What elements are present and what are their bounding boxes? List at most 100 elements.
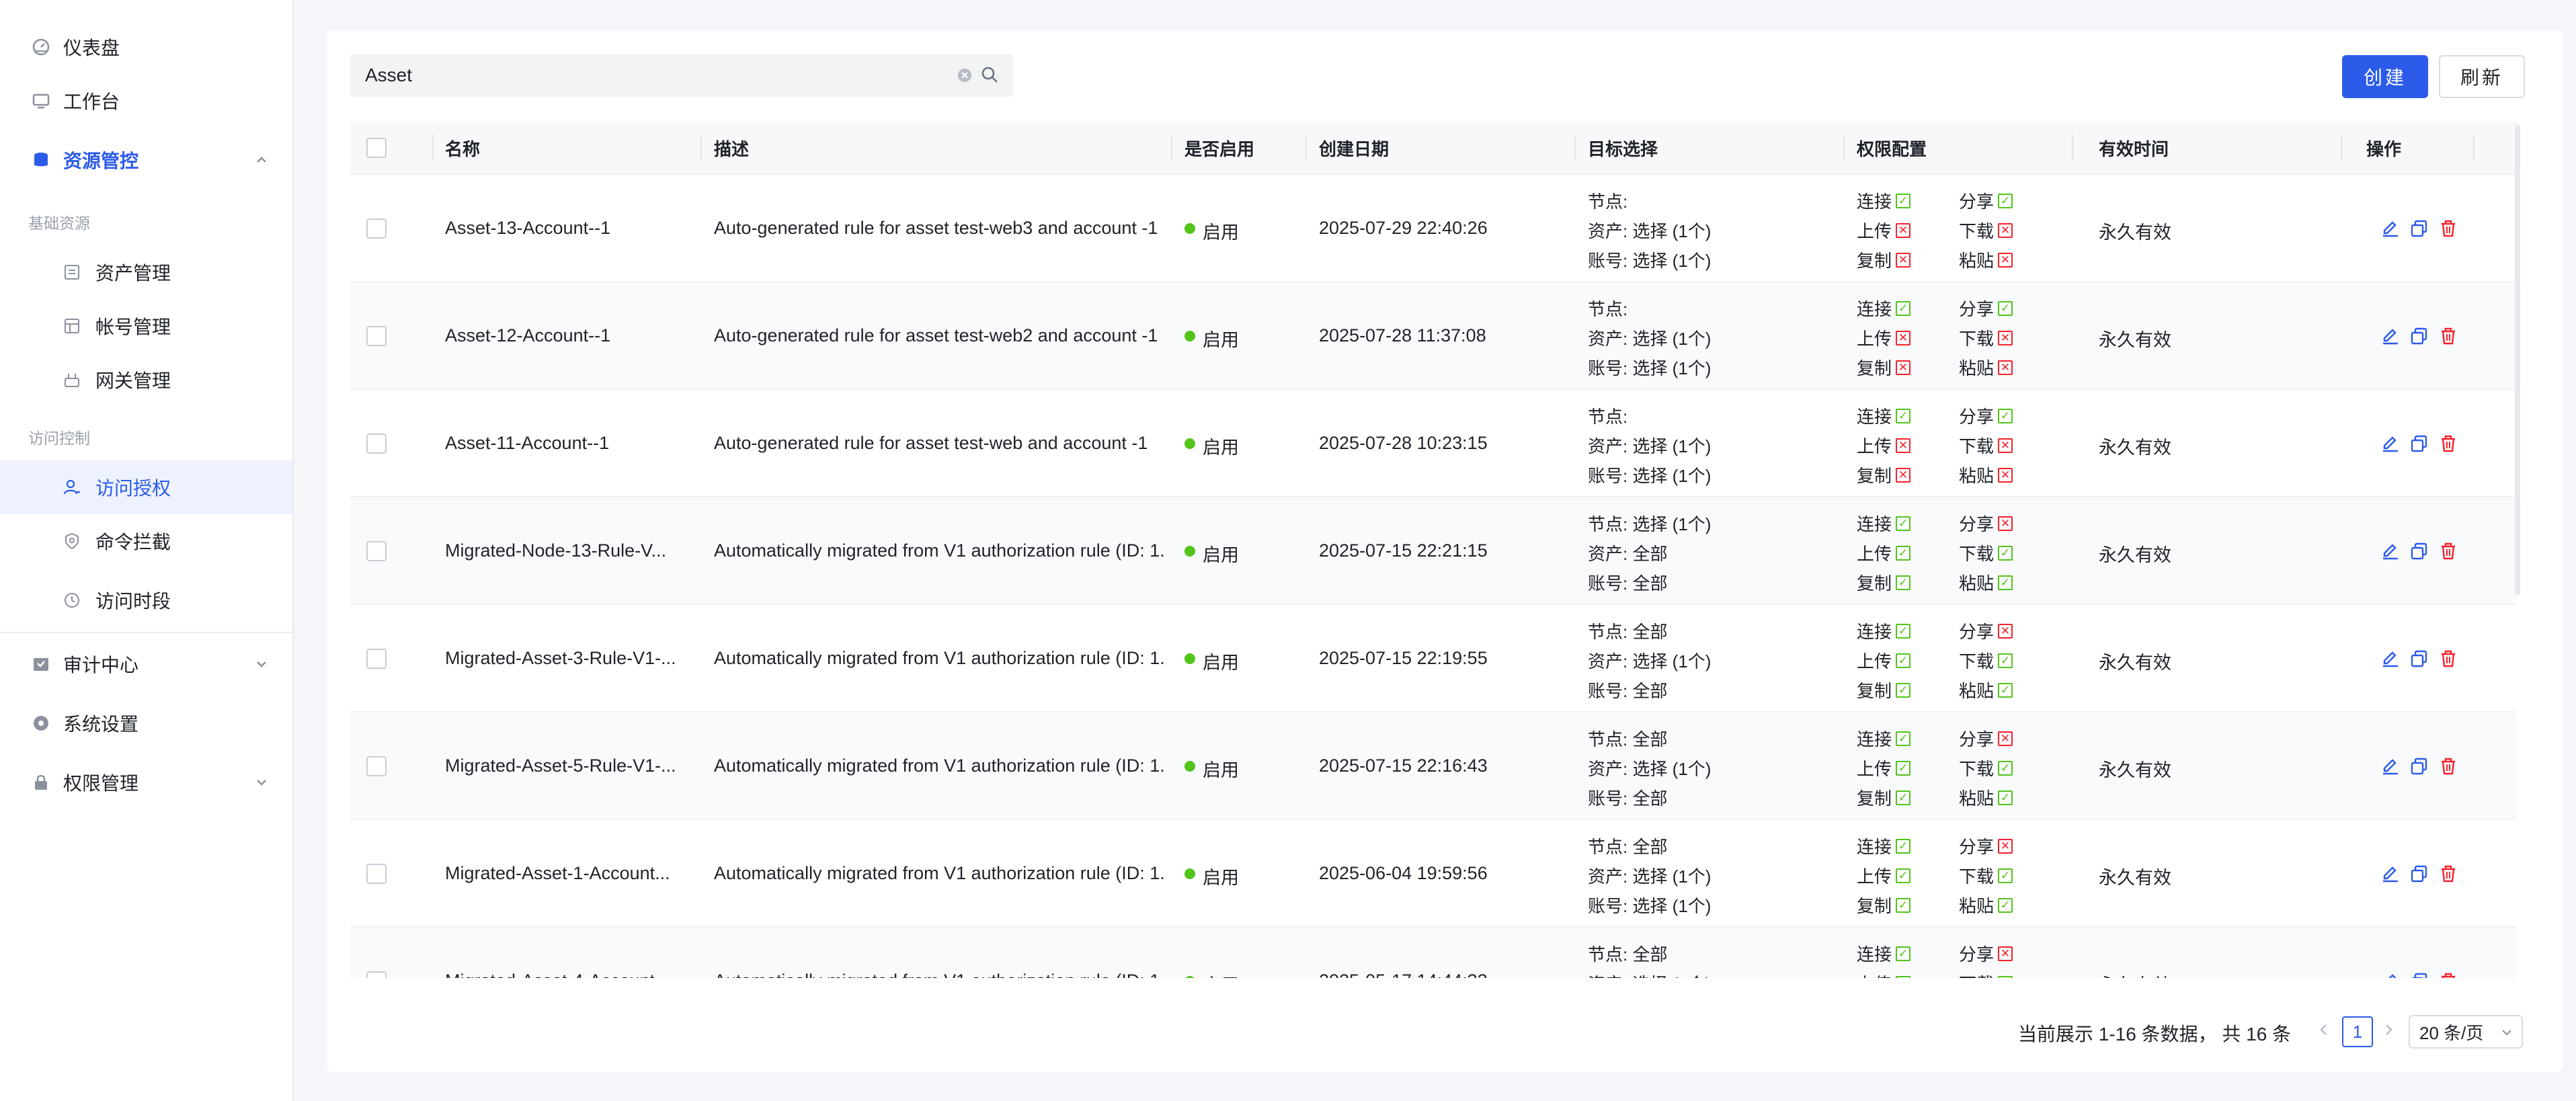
check-icon: ✓ (1896, 790, 1911, 805)
table-row[interactable]: Migrated-Asset-4-Account... Automatically… (350, 928, 2516, 978)
column-header-name[interactable]: 名称 (445, 121, 480, 175)
column-separator (1305, 134, 1307, 161)
monitor-icon (31, 91, 51, 111)
clear-icon[interactable] (955, 66, 974, 85)
row-checkbox[interactable] (366, 434, 387, 454)
edit-icon[interactable] (2380, 756, 2401, 776)
sidebar-item-asset-mgmt[interactable]: 资产管理 (0, 245, 292, 299)
edit-icon[interactable] (2380, 649, 2401, 669)
sidebar-item-dashboard[interactable]: 仪表盘 (0, 20, 292, 74)
check-icon: ✓ (1896, 838, 1911, 854)
row-checkbox[interactable] (366, 218, 387, 239)
perm-label: 连接 (1857, 407, 1892, 427)
pagination-summary: 当前展示 1-16 条数据， 共 16 条 (2018, 1024, 2292, 1045)
table-row[interactable]: Migrated-Asset-5-Rule-V1-... Automaticall… (350, 712, 2516, 820)
row-checkbox[interactable] (366, 326, 387, 346)
row-checkbox[interactable] (366, 971, 387, 978)
select-all-checkbox[interactable] (366, 138, 387, 158)
sidebar-item-access-period[interactable]: 访问时段 (0, 573, 292, 627)
column-header-desc[interactable]: 描述 (714, 121, 749, 175)
copy-icon[interactable] (2409, 434, 2429, 454)
delete-icon[interactable] (2438, 541, 2458, 561)
refresh-button[interactable]: 刷新 (2439, 55, 2525, 98)
rule-name[interactable]: Migrated-Asset-3-Rule-V1-... (445, 648, 694, 669)
delete-icon[interactable] (2438, 971, 2458, 978)
perm-label: 复制 (1857, 466, 1892, 486)
check-icon: ✓ (1896, 545, 1911, 561)
search-icon[interactable] (979, 65, 1000, 85)
delete-icon[interactable] (2438, 326, 2458, 346)
sidebar-item-system-settings[interactable]: 系统设置 (0, 696, 292, 750)
edit-icon[interactable] (2380, 326, 2401, 346)
status-badge: 启用 (1203, 330, 1239, 350)
delete-icon[interactable] (2438, 434, 2458, 454)
check-icon: ✓ (1896, 193, 1911, 208)
edit-icon[interactable] (2380, 434, 2401, 454)
prev-page-icon[interactable] (2315, 1021, 2333, 1038)
sidebar-item-workbench[interactable]: 工作台 (0, 74, 292, 128)
column-header-target[interactable]: 目标选择 (1588, 121, 1658, 175)
table-scrollbar[interactable] (2515, 124, 2520, 595)
edit-icon[interactable] (2380, 218, 2401, 239)
perm-upload: 上传✓ (1857, 540, 1911, 565)
rule-name[interactable]: Asset-13-Account--1 (445, 218, 694, 239)
sidebar-item-access-auth[interactable]: 访问授权 (0, 460, 292, 514)
column-header-valid[interactable]: 有效时间 (2099, 121, 2169, 175)
copy-icon[interactable] (2409, 326, 2429, 346)
column-header-perm[interactable]: 权限配置 (1857, 121, 1927, 175)
row-checkbox[interactable] (366, 649, 387, 669)
column-header-created[interactable]: 创建日期 (1319, 121, 1389, 175)
copy-icon[interactable] (2409, 218, 2429, 239)
perm-label: 上传 (1857, 759, 1892, 779)
table-row[interactable]: Asset-12-Account--1 Auto-generated rule f… (350, 282, 2516, 390)
rule-name[interactable]: Migrated-Asset-5-Rule-V1-... (445, 756, 694, 776)
page-size-select[interactable]: 20 条/页 (2409, 1015, 2523, 1049)
sidebar-item-resource-mgmt[interactable]: 资源管控 (0, 133, 292, 187)
gateway-icon (62, 370, 82, 390)
rule-name[interactable]: Migrated-Node-13-Rule-V... (445, 540, 694, 561)
target-line: 资产: 选择 (1个) (1588, 436, 1712, 456)
edit-icon[interactable] (2380, 971, 2401, 978)
table-row[interactable]: Migrated-Node-13-Rule-V... Automatically … (350, 497, 2516, 605)
check-icon: ✓ (1998, 975, 2013, 978)
rule-name[interactable]: Asset-11-Account--1 (445, 433, 694, 454)
perm-copy: 复制 ✓ (1857, 785, 1911, 810)
column-header-ops[interactable]: 操作 (2366, 121, 2401, 175)
row-checkbox[interactable] (366, 756, 387, 776)
rule-name[interactable]: Migrated-Asset-1-Account... (445, 863, 694, 884)
delete-icon[interactable] (2438, 218, 2458, 239)
target-line: 账号: 选择 (1个) (1588, 358, 1712, 378)
table-row[interactable]: Asset-11-Account--1 Auto-generated rule f… (350, 390, 2516, 497)
delete-icon[interactable] (2438, 649, 2458, 669)
search-input[interactable]: Asset (350, 54, 1013, 97)
sidebar-divider (0, 632, 292, 633)
delete-icon[interactable] (2438, 756, 2458, 776)
sidebar-item-audit-center[interactable]: 审计中心 (0, 637, 292, 691)
delete-icon[interactable] (2438, 864, 2458, 884)
copy-icon[interactable] (2409, 649, 2429, 669)
perm-label: 上传 (1857, 436, 1892, 456)
create-button[interactable]: 创建 (2342, 55, 2428, 98)
rule-name[interactable]: Asset-12-Account--1 (445, 325, 694, 346)
perm-connect: 连接 ✓ (1857, 403, 1911, 428)
page-number[interactable]: 1 (2342, 1016, 2373, 1047)
copy-icon[interactable] (2409, 971, 2429, 978)
table-row[interactable]: Asset-13-Account--1 Auto-generated rule f… (350, 175, 2516, 282)
copy-icon[interactable] (2409, 864, 2429, 884)
copy-icon[interactable] (2409, 756, 2429, 776)
row-checkbox[interactable] (366, 864, 387, 884)
edit-icon[interactable] (2380, 541, 2401, 561)
sidebar-item-account-mgmt[interactable]: 帐号管理 (0, 299, 292, 353)
next-page-icon[interactable] (2380, 1021, 2397, 1038)
sidebar-item-gateway-mgmt[interactable]: 网关管理 (0, 353, 292, 407)
target-line: 资产: 选择 (1个) (1588, 329, 1712, 349)
sidebar-item-cmd-intercept[interactable]: 命令拦截 (0, 514, 292, 568)
table-row[interactable]: Migrated-Asset-1-Account... Automatically… (350, 820, 2516, 928)
table-row[interactable]: Migrated-Asset-3-Rule-V1-... Automaticall… (350, 605, 2516, 712)
sidebar-item-permission-mgmt[interactable]: 权限管理 (0, 756, 292, 809)
edit-icon[interactable] (2380, 864, 2401, 884)
column-header-enabled[interactable]: 是否启用 (1184, 121, 1254, 175)
rule-name[interactable]: Migrated-Asset-4-Account... (445, 971, 694, 978)
row-checkbox[interactable] (366, 541, 387, 561)
copy-icon[interactable] (2409, 541, 2429, 561)
